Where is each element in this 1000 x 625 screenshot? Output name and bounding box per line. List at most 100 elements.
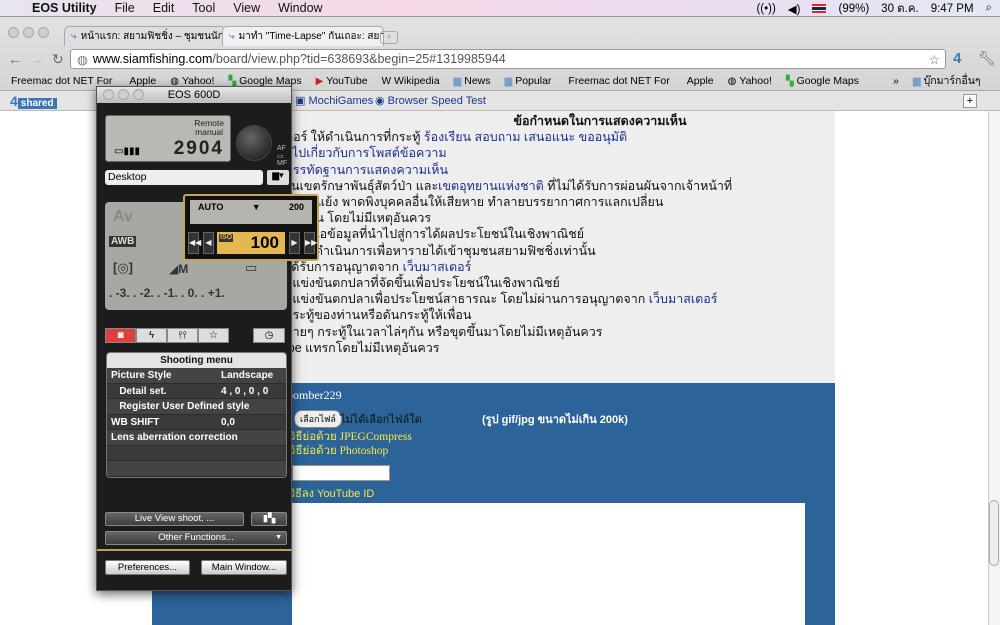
tab-flash[interactable]: ϟ [136, 328, 167, 343]
other-bookmarks[interactable]: ▆ บุ๊กมาร์กอื่นๆ [913, 72, 981, 89]
menu-edit[interactable]: Edit [153, 1, 175, 15]
decrease-button[interactable]: ◀ [203, 232, 214, 254]
4shared-extension-icon[interactable]: 4 [953, 50, 961, 67]
message-textarea[interactable] [292, 503, 805, 625]
close-button[interactable] [8, 27, 19, 38]
shutter-button[interactable] [236, 125, 272, 161]
star-icon[interactable]: ☆ [929, 52, 940, 67]
back-button[interactable]: ← [8, 51, 22, 67]
rule-link[interactable]: ัวไปเกี่ยวกับการโพสต์ข้อความ [285, 146, 447, 160]
zoom-button[interactable] [133, 89, 144, 100]
menu-view[interactable]: View [233, 1, 260, 15]
metering-icon[interactable]: [◎] [113, 260, 133, 276]
clock[interactable]: 9:47 PM [931, 3, 974, 15]
add-button[interactable]: + [963, 94, 977, 108]
image-quality[interactable]: ◢M [169, 262, 188, 276]
rule-item: ัวไปเกี่ยวกับการโพสต์ข้อความ [285, 145, 835, 161]
iso-scale[interactable]: AUTO ▼ 200 [190, 200, 312, 224]
battery-status[interactable]: (99%) [838, 3, 869, 15]
url-host: www.siamfishing.com [92, 52, 213, 66]
close-button[interactable] [103, 89, 114, 100]
wrench-icon[interactable]: 🔧︎ [978, 50, 996, 67]
bookmark[interactable]: ▶ YouTube [316, 75, 368, 87]
favicon-icon: ⤷ [229, 31, 235, 42]
mochigames-link[interactable]: ▣ MochiGames [295, 94, 373, 107]
preferences-button[interactable]: Preferences... [105, 560, 190, 575]
forward-button[interactable]: → [30, 51, 44, 67]
scrollbar-thumb[interactable] [989, 500, 999, 566]
4shared-logo[interactable]: 4 shared [10, 93, 57, 109]
folder-icon: ▆ [912, 76, 921, 87]
reload-button[interactable]: ↻ [52, 51, 64, 68]
menu-row[interactable]: Detail set. 4 , 0 , 0 , 0 [107, 384, 286, 399]
speed-test-link[interactable]: ◉ Browser Speed Test [375, 94, 486, 107]
bookmark[interactable]: ◍ Yahoo! [728, 75, 772, 87]
tab-setup[interactable]: ⫯⫯ [167, 328, 198, 343]
rule-item: รือเสนอข้อมูลที่นำไปสู่การได้ผลประโยชน์ใ… [285, 226, 835, 242]
menu-row[interactable]: Register User Defined style [107, 399, 286, 415]
bookmark[interactable]: ◍ Yahoo! [170, 75, 214, 87]
bookmark[interactable]: W Wikipedia [382, 75, 440, 87]
rule-link[interactable]: บรรทัดฐานการแสดงความเห็น [285, 163, 448, 177]
eos-title-bar[interactable]: EOS 600D [97, 87, 291, 103]
fast-rewind-button[interactable]: ◀◀ [188, 232, 201, 254]
spotlight-icon[interactable]: ⌕ [986, 2, 992, 15]
menu-window[interactable]: Window [278, 1, 322, 15]
menu-row[interactable]: WB SHIFT 0,0 [107, 415, 286, 430]
zoom-button[interactable] [38, 27, 49, 38]
bookmark[interactable]: Freemac dot NET For [565, 75, 669, 87]
menu-tool[interactable]: Tool [192, 1, 215, 15]
wifi-icon[interactable]: ((•)) [756, 3, 775, 15]
destination-folder-field[interactable]: Desktop [105, 170, 263, 185]
menu-row-label [111, 461, 221, 476]
menu-row[interactable]: Lens aberration correction [107, 430, 286, 446]
white-balance[interactable]: AWB [109, 236, 137, 247]
rule-link[interactable]: เว็บมาสเตอร์ [403, 260, 472, 274]
bookmark[interactable]: ▚ Google Maps [228, 75, 301, 87]
menu-file[interactable]: File [115, 1, 135, 15]
rule-link[interactable]: เว็บมาสเตอร์ [649, 292, 718, 306]
volume-icon[interactable]: ◀) [788, 2, 801, 16]
rule-text: ลายๆ กระทู้ในเวลาไล่ๆกัน หรือขุดขึ้นมาโด… [285, 324, 603, 339]
minimize-button[interactable] [23, 27, 34, 38]
exposure-scale[interactable]: . -3. . -2. . -1. . 0. . +1. [109, 286, 225, 300]
menu-row[interactable] [107, 461, 286, 477]
increase-button[interactable]: ▶ [289, 232, 300, 254]
photoshop-link[interactable]: วิธีย่อด้วย Photoshop [289, 442, 388, 460]
menu-row[interactable]: Picture Style Landscape [107, 368, 286, 384]
computer-icon[interactable]: ▭ [245, 260, 257, 276]
rule-text: นการดำเนินการเพื่อหารายได้เข้าชุมชนสยามฟ… [285, 243, 596, 258]
live-view-button[interactable]: Live View shoot. ... [105, 512, 244, 526]
fast-forward-button[interactable]: ▶▶ [304, 232, 317, 254]
tab-shooting[interactable]: ◙ [105, 328, 136, 343]
choose-file-button[interactable]: เลือกไฟล์ [294, 410, 342, 428]
globe-icon: ◍ [170, 75, 179, 87]
bookmark-folder[interactable]: ▆ News [454, 75, 491, 87]
more-bookmarks-icon[interactable]: » [893, 75, 899, 87]
av-mode[interactable]: Av [113, 208, 133, 226]
address-bar[interactable]: ◍ www.siamfishing.com/board/view.php?tid=… [70, 49, 946, 69]
af-mf-switch[interactable]: AF ▭ MF [277, 145, 287, 167]
menu-row[interactable] [107, 446, 286, 461]
folder-icon[interactable]: ▆▾ [267, 170, 289, 185]
bookmark[interactable]: Apple [684, 75, 714, 87]
menu-tabs: ◙ ϟ ⫯⫯ ☆ [105, 328, 229, 343]
tab-1[interactable]: ⤷หน้าแรก: สยามฟิชชิ่ง – ชุมชนนักตกปลา✕ [64, 26, 226, 46]
timer-button[interactable]: ◷ [253, 328, 285, 343]
new-tab-button[interactable]: + [380, 31, 398, 44]
minimize-button[interactable] [118, 89, 129, 100]
bookmark[interactable]: ▚ Google Maps [786, 75, 859, 87]
main-window-button[interactable]: Main Window... [201, 560, 287, 575]
youtube-id-input[interactable] [292, 465, 390, 481]
rule-link[interactable]: ร้องเรียน สอบถาม เสนอแนะ ขออนุมัติ [424, 130, 627, 144]
bookmark[interactable]: Freemac dot NET For [8, 75, 112, 87]
tab-mymenu[interactable]: ☆ [198, 328, 229, 343]
bookmark-folder[interactable]: ▆ Popular [505, 75, 552, 87]
menu-app[interactable]: EOS Utility [32, 1, 97, 15]
bookmark[interactable]: Apple [126, 75, 156, 87]
rule-link[interactable]: เขตอุทยานแห่งชาติ [438, 179, 544, 193]
tab-2[interactable]: ⤷มาทำ "Time-Lapse" กันเถอะ: สยาม✕ [222, 26, 384, 46]
flag-icon[interactable] [812, 4, 827, 13]
other-functions-button[interactable]: Other Functions... ▼ [105, 531, 287, 545]
movie-icon[interactable]: ▮▚ [251, 512, 287, 526]
